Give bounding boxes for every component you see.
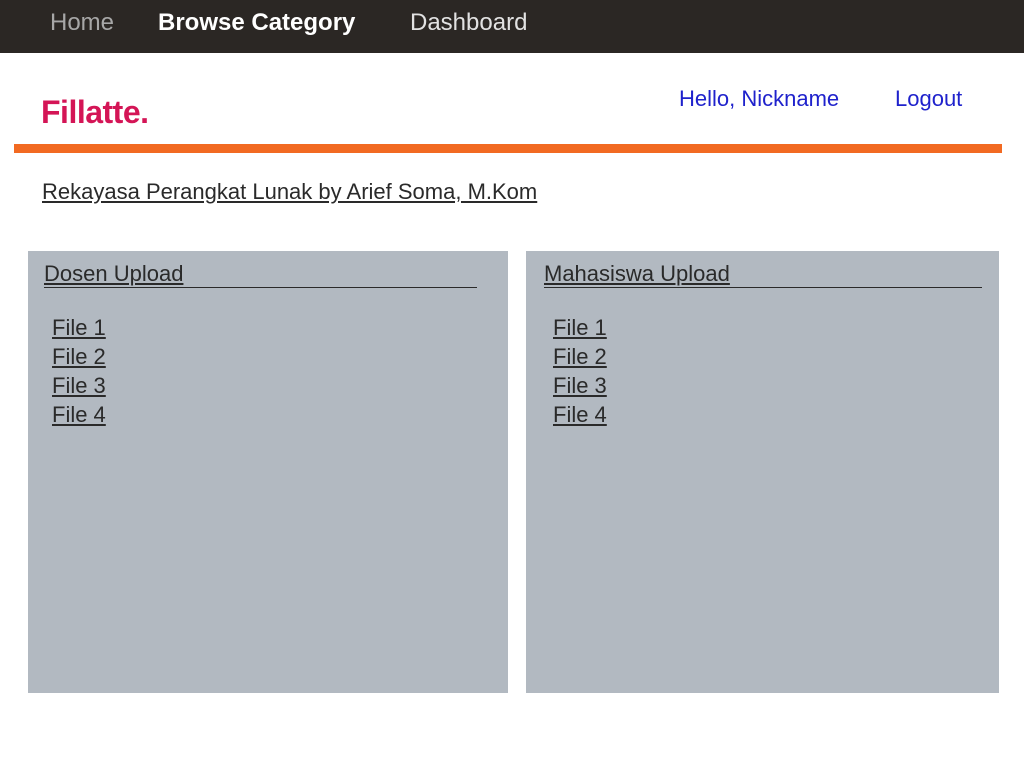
list-item: File 1 — [553, 314, 607, 343]
list-item: File 4 — [52, 401, 106, 430]
list-item: File 3 — [553, 372, 607, 401]
top-navigation-bar: Home Browse Category Dashboard — [0, 0, 1024, 53]
dosen-upload-panel: Dosen Upload File 1 File 2 File 3 File 4 — [28, 251, 508, 693]
file-link[interactable]: File 4 — [52, 402, 106, 427]
file-link[interactable]: File 2 — [52, 344, 106, 369]
file-link[interactable]: File 2 — [553, 344, 607, 369]
logout-link[interactable]: Logout — [895, 86, 962, 112]
list-item: File 1 — [52, 314, 106, 343]
course-title[interactable]: Rekayasa Perangkat Lunak by Arief Soma, … — [42, 179, 537, 205]
file-link[interactable]: File 1 — [52, 315, 106, 340]
nav-home-link[interactable]: Home — [50, 9, 114, 37]
file-link[interactable]: File 1 — [553, 315, 607, 340]
file-list: File 1 File 2 File 3 File 4 — [553, 314, 607, 430]
panel-heading: Mahasiswa Upload — [544, 261, 982, 288]
file-link[interactable]: File 4 — [553, 402, 607, 427]
list-item: File 2 — [52, 343, 106, 372]
file-list: File 1 File 2 File 3 File 4 — [52, 314, 106, 430]
list-item: File 2 — [553, 343, 607, 372]
logo-text: Fillatte. — [41, 94, 149, 130]
panel-heading: Dosen Upload — [44, 261, 477, 288]
mahasiswa-upload-panel: Mahasiswa Upload File 1 File 2 File 3 Fi… — [526, 251, 999, 693]
file-link[interactable]: File 3 — [553, 373, 607, 398]
file-link[interactable]: File 3 — [52, 373, 106, 398]
nav-dashboard-link[interactable]: Dashboard — [410, 9, 527, 37]
user-greeting-link[interactable]: Hello, Nickname — [679, 86, 839, 112]
list-item: File 4 — [553, 401, 607, 430]
nav-browse-category-link[interactable]: Browse Category — [158, 9, 355, 37]
header-divider — [14, 144, 1002, 153]
site-logo[interactable]: Fillatte. — [41, 94, 149, 131]
list-item: File 3 — [52, 372, 106, 401]
